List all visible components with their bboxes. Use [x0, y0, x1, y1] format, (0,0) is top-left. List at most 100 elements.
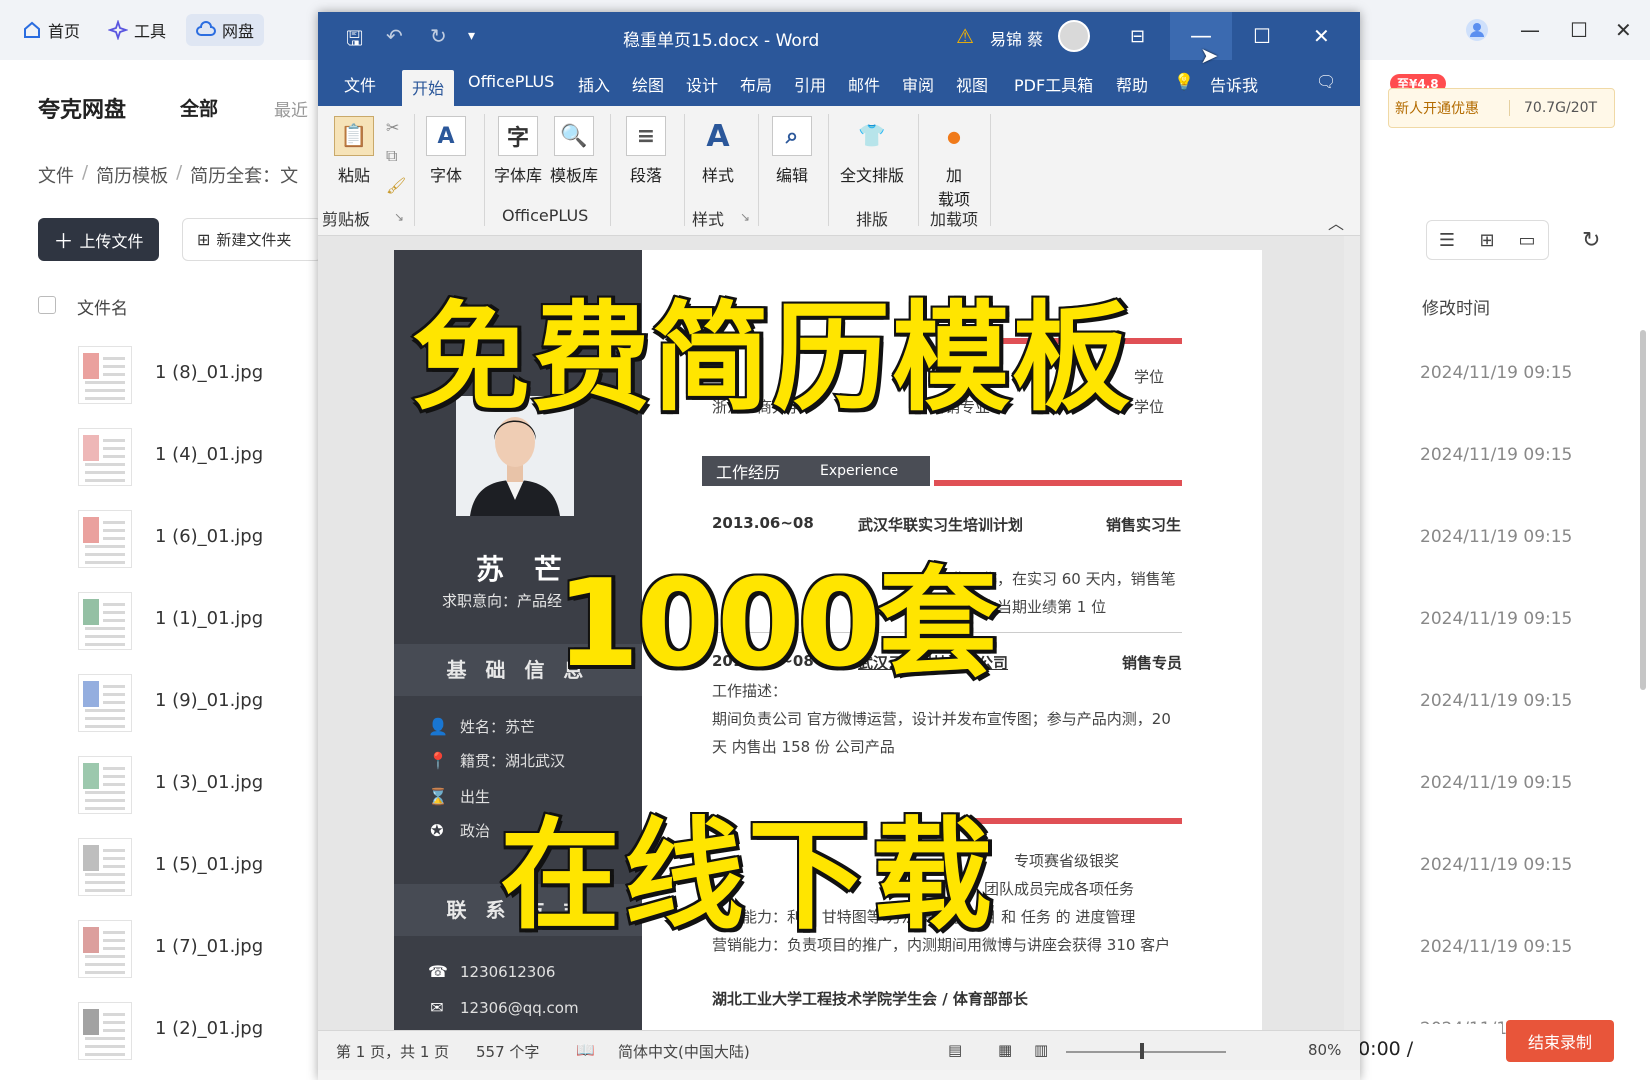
tab-layout[interactable]: 布局: [740, 72, 772, 96]
file-thumbnail[interactable]: [78, 920, 132, 978]
tab-pdf-tools[interactable]: PDF工具箱: [1014, 72, 1093, 96]
read-mode-icon[interactable]: ▤: [948, 1041, 962, 1059]
grid-view-icon[interactable]: ⊞: [1467, 222, 1507, 258]
file-name[interactable]: 1 (5)_01.jpg: [155, 854, 263, 875]
storage-usage: 70.7G/20T: [1509, 100, 1597, 116]
preview-view-icon[interactable]: ▭: [1507, 222, 1547, 258]
tab-draw[interactable]: 绘图: [632, 72, 664, 96]
print-layout-icon[interactable]: ▦: [998, 1041, 1012, 1059]
tab-mailings[interactable]: 邮件: [848, 72, 880, 96]
edit-button[interactable]: ⌕ 编辑: [766, 116, 818, 186]
zoom-level[interactable]: 80%: [1308, 1041, 1341, 1059]
zoom-slider-thumb[interactable]: [1140, 1043, 1144, 1059]
file-thumbnail[interactable]: [78, 756, 132, 814]
breadcrumb-item[interactable]: 简历模板: [96, 162, 168, 188]
dialog-launcher-icon[interactable]: ↘: [740, 210, 750, 224]
tab-home[interactable]: 开始: [402, 70, 455, 109]
paste-button[interactable]: 📋 粘贴: [330, 116, 378, 186]
column-header-modified[interactable]: 修改时间: [1422, 294, 1490, 319]
stop-recording-button[interactable]: 结束录制: [1506, 1020, 1614, 1062]
file-name[interactable]: 1 (3)_01.jpg: [155, 772, 263, 793]
file-thumbnail[interactable]: [78, 838, 132, 896]
save-icon[interactable]: 🖫: [346, 24, 363, 58]
avatar[interactable]: [1058, 20, 1090, 52]
refresh-icon[interactable]: ↻: [1582, 228, 1600, 253]
ribbon-separator: [684, 114, 685, 226]
web-layout-icon[interactable]: ▥: [1034, 1041, 1048, 1059]
file-name[interactable]: 1 (9)_01.jpg: [155, 690, 263, 711]
file-modified-time: 2024/11/19 09:15: [1420, 363, 1573, 383]
addins-button[interactable]: ● 加 载项: [926, 116, 982, 210]
copy-icon[interactable]: ⧉: [386, 146, 397, 166]
tell-me-search[interactable]: 告诉我: [1210, 72, 1258, 96]
shirt-icon: 👕: [858, 123, 886, 149]
word-maximize-button[interactable]: ☐: [1253, 24, 1271, 48]
collapse-ribbon-icon[interactable]: ︿: [1328, 210, 1344, 234]
word-count[interactable]: 557 个字: [476, 1041, 539, 1062]
font-library-button[interactable]: 字 字体库: [492, 116, 544, 186]
zoom-slider[interactable]: [1066, 1051, 1226, 1053]
file-name[interactable]: 1 (7)_01.jpg: [155, 936, 263, 957]
tab-insert[interactable]: 插入: [578, 72, 610, 96]
file-modified-time: 2024/11/19 09:15: [1420, 527, 1573, 547]
proofing-icon[interactable]: 📖: [576, 1041, 595, 1059]
vertical-scrollbar[interactable]: [1344, 236, 1360, 1030]
file-name[interactable]: 1 (2)_01.jpg: [155, 1018, 263, 1039]
new-folder-button[interactable]: ⊞ 新建文件夹: [182, 218, 322, 261]
minimize-icon[interactable]: —: [1520, 18, 1540, 42]
redo-icon[interactable]: ↻: [430, 24, 447, 48]
overlay-subtitle: 在线下载: [498, 805, 996, 948]
upload-button[interactable]: ＋ 上传文件: [38, 218, 159, 261]
file-thumbnail[interactable]: [78, 346, 132, 404]
comments-icon[interactable]: 🗨: [1316, 72, 1336, 91]
user-name[interactable]: 易锦 蔡: [990, 26, 1043, 50]
breadcrumb-item[interactable]: 文件: [38, 162, 74, 188]
file-thumbnail[interactable]: [78, 592, 132, 650]
list-view-icon[interactable]: ☰: [1427, 222, 1467, 258]
file-name[interactable]: 1 (8)_01.jpg: [155, 362, 263, 383]
cut-icon[interactable]: ✂: [386, 118, 399, 137]
file-thumbnail[interactable]: [78, 1002, 132, 1060]
file-name[interactable]: 1 (6)_01.jpg: [155, 526, 263, 547]
styles-button[interactable]: A 样式: [692, 116, 744, 186]
edu-degree: 学位: [1134, 398, 1165, 416]
file-name[interactable]: 1 (4)_01.jpg: [155, 444, 263, 465]
tab-references[interactable]: 引用: [794, 72, 826, 96]
ribbon-display-icon[interactable]: ⊟: [1130, 26, 1145, 47]
dialog-launcher-icon[interactable]: ↘: [394, 210, 404, 224]
tab-review[interactable]: 审阅: [902, 72, 934, 96]
file-name[interactable]: 1 (1)_01.jpg: [155, 608, 263, 629]
tab-design[interactable]: 设计: [686, 72, 718, 96]
nav-home[interactable]: 首页: [12, 14, 90, 46]
select-all-checkbox[interactable]: [38, 296, 56, 314]
file-thumbnail[interactable]: [78, 674, 132, 732]
paragraph-button[interactable]: ≡ 段落: [620, 116, 672, 186]
tab-file[interactable]: 文件: [344, 72, 376, 96]
tab-view[interactable]: 视图: [956, 72, 988, 96]
tab-help[interactable]: 帮助: [1116, 72, 1148, 96]
file-thumbnail[interactable]: [78, 510, 132, 568]
paste-label: 粘贴: [337, 166, 370, 185]
full-text-layout-button[interactable]: 👕 全文排版: [834, 116, 910, 186]
nav-drive[interactable]: 网盘: [186, 14, 265, 46]
template-library-button[interactable]: 🔍 模板库: [548, 116, 600, 186]
nav-tools[interactable]: 工具: [98, 14, 176, 46]
column-header-name[interactable]: 文件名: [77, 294, 128, 319]
font-button[interactable]: A 字体: [422, 116, 470, 186]
file-thumbnail[interactable]: [78, 428, 132, 486]
format-painter-icon[interactable]: 🖌: [386, 176, 406, 195]
customize-toolbar-icon[interactable]: ▾: [468, 28, 475, 44]
tab-all[interactable]: 全部: [180, 94, 218, 121]
tab-recent[interactable]: 最近: [274, 96, 308, 121]
word-close-button[interactable]: ✕: [1313, 24, 1330, 48]
language[interactable]: 简体中文(中国大陆): [618, 1041, 750, 1062]
undo-icon[interactable]: ↶: [386, 24, 403, 48]
styles-icon: A: [706, 118, 730, 154]
close-icon[interactable]: ✕: [1615, 18, 1632, 42]
tab-officeplus[interactable]: OfficePLUS: [468, 72, 554, 91]
page-count[interactable]: 第 1 页，共 1 页: [336, 1041, 449, 1062]
promo-banner[interactable]: 新人开通优惠 70.7G/20T: [1388, 88, 1615, 128]
scrollbar[interactable]: [1640, 330, 1646, 690]
maximize-icon[interactable]: ☐: [1570, 18, 1588, 42]
account-icon[interactable]: [1465, 18, 1489, 42]
